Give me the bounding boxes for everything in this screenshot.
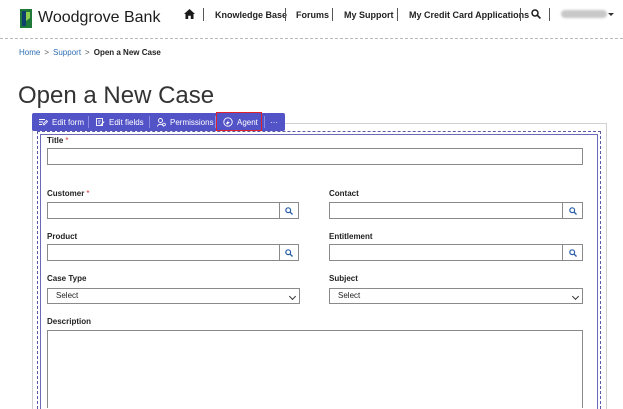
contact-label: Contact	[329, 189, 359, 198]
toolbar-separator	[264, 116, 265, 128]
breadcrumb-separator: >	[44, 48, 50, 57]
page-title: Open a New Case	[18, 82, 215, 109]
title-input[interactable]	[47, 148, 583, 165]
nav-my-support[interactable]: My Support	[344, 7, 394, 23]
customer-label: Customer *	[47, 189, 90, 198]
entitlement-input[interactable]	[329, 244, 563, 261]
chevron-down-icon	[571, 292, 580, 301]
nav-separator	[397, 8, 398, 21]
edit-form-button[interactable]: Edit form	[39, 113, 84, 131]
entitlement-label: Entitlement	[329, 232, 373, 241]
subject-label: Subject	[329, 274, 358, 283]
edit-fields-button[interactable]: Edit fields	[96, 113, 144, 131]
permissions-button[interactable]: Permissions	[157, 113, 214, 131]
subject-value: Select	[338, 291, 361, 300]
breadcrumb-current: Open a New Case	[93, 48, 161, 57]
entitlement-lookup-button[interactable]	[562, 244, 583, 261]
product-lookup-button[interactable]	[279, 244, 299, 261]
woodgrove-logo-icon[interactable]	[20, 9, 32, 28]
nav-separator	[332, 8, 333, 21]
breadcrumb-separator: >	[85, 48, 90, 57]
required-marker: *	[65, 136, 69, 145]
required-marker: *	[86, 189, 90, 198]
site-header: Woodgrove Bank Knowledge Base Forums My …	[0, 0, 623, 38]
nav-separator	[203, 8, 204, 21]
more-button[interactable]: ···	[270, 113, 278, 131]
search-icon	[568, 206, 577, 215]
description-textarea[interactable]	[47, 330, 583, 408]
permissions-label: Permissions	[170, 117, 214, 127]
case-type-label: Case Type	[47, 274, 87, 283]
breadcrumb: Home > Support > Open a New Case	[19, 48, 161, 57]
contact-lookup-button[interactable]	[562, 202, 583, 219]
search-icon	[285, 206, 293, 215]
chevron-down-icon[interactable]	[608, 13, 614, 16]
product-label: Product	[47, 232, 78, 241]
more-icon: ···	[270, 117, 278, 127]
customer-lookup-button[interactable]	[279, 202, 299, 219]
header-divider	[0, 38, 623, 39]
case-type-value: Select	[56, 291, 79, 300]
nav-my-credit-card-applications[interactable]: My Credit Card Applications	[409, 7, 529, 23]
search-icon	[285, 248, 293, 257]
search-icon[interactable]	[531, 9, 541, 19]
edit-form-label: Edit form	[52, 117, 85, 127]
brand-name[interactable]: Woodgrove Bank	[38, 9, 160, 27]
subject-select[interactable]: Select	[329, 288, 583, 304]
customer-input[interactable]	[47, 202, 280, 219]
edit-fields-icon	[96, 118, 105, 126]
breadcrumb-support[interactable]: Support	[53, 48, 81, 57]
nav-forums[interactable]: Forums	[296, 7, 329, 23]
product-input[interactable]	[47, 244, 280, 261]
nav-separator	[520, 8, 521, 21]
permissions-icon	[157, 117, 166, 127]
agent-highlight-box	[216, 112, 262, 131]
search-icon	[568, 248, 577, 257]
chevron-down-icon	[288, 292, 297, 301]
toolbar-separator	[149, 116, 150, 128]
home-icon[interactable]	[184, 9, 195, 19]
contact-input[interactable]	[329, 202, 563, 219]
description-label: Description	[47, 317, 92, 326]
title-label: Title *	[47, 136, 69, 145]
breadcrumb-home[interactable]: Home	[19, 48, 40, 57]
case-type-select[interactable]: Select	[47, 288, 300, 304]
edit-fields-label: Edit fields	[109, 117, 144, 127]
edit-form-icon	[39, 119, 48, 126]
toolbar-separator	[88, 116, 89, 128]
nav-separator	[285, 8, 286, 21]
nav-separator	[549, 8, 550, 21]
user-menu-name[interactable]	[561, 10, 607, 18]
nav-knowledge-base[interactable]: Knowledge Base	[215, 7, 287, 23]
